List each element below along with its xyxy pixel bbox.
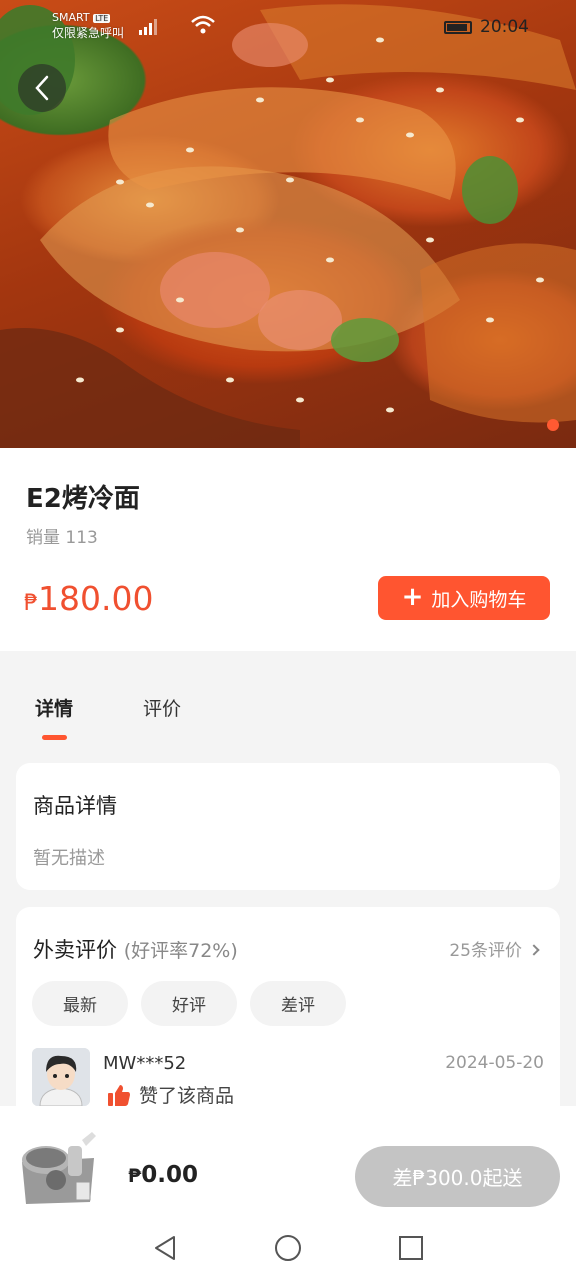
- details-description: 暂无描述: [33, 848, 105, 869]
- carousel-indicator: [547, 419, 559, 431]
- reviews-title: 外卖评价: [33, 938, 117, 962]
- clock: 20:04: [480, 17, 529, 37]
- product-info: E2烤冷面 销量 113 ₱180.00 + 加入购物车: [0, 448, 576, 651]
- shopping-bag-icon: [22, 1132, 96, 1204]
- back-button[interactable]: [18, 64, 66, 112]
- reviews-card: 外卖评价 (好评率72%) 25条评价 最新 好评 差评 MW***52 202…: [16, 907, 560, 1127]
- product-details-card: 商品详情 暂无描述: [16, 763, 560, 890]
- product-title: E2烤冷面: [26, 484, 140, 514]
- cart-currency: ₱: [128, 1165, 142, 1187]
- review-date: 2024-05-20: [445, 1053, 544, 1073]
- cart-bar: ₱0.00 差₱300.0起送: [0, 1106, 576, 1214]
- carrier-name: SMART: [52, 11, 90, 24]
- cart-total-amount: 0.00: [141, 1162, 198, 1188]
- tab-bar: 详情 评价: [0, 651, 576, 751]
- price-currency: ₱: [24, 591, 38, 616]
- tab-details[interactable]: 详情: [35, 694, 73, 721]
- active-tab-indicator: [42, 735, 67, 740]
- network-badge: LTE: [93, 14, 111, 23]
- wifi-icon: [191, 15, 215, 34]
- carrier-info: SMART LTE 仅限紧急呼叫: [52, 10, 124, 41]
- details-title: 商品详情: [33, 794, 117, 818]
- home-circle-icon[interactable]: [274, 1234, 302, 1262]
- recents-square-icon[interactable]: [398, 1234, 424, 1262]
- product-image: [0, 0, 576, 448]
- product-price: ₱180.00: [24, 579, 153, 618]
- positive-rate: (好评率72%): [123, 940, 238, 962]
- user-avatar-icon: [32, 1048, 90, 1106]
- all-reviews-link[interactable]: 25条评价: [449, 936, 540, 961]
- avatar: [32, 1048, 90, 1106]
- system-nav-bar: [0, 1214, 576, 1280]
- status-bar: SMART LTE 仅限紧急呼叫 20:04: [0, 0, 576, 56]
- add-to-cart-label: 加入购物车: [431, 588, 527, 611]
- price-amount: 180.00: [38, 579, 154, 618]
- sales-count: 销量 113: [26, 528, 98, 548]
- filter-negative[interactable]: 差评: [250, 981, 346, 1026]
- back-triangle-icon[interactable]: [152, 1234, 178, 1262]
- review-like: 赞了该商品: [107, 1081, 234, 1108]
- filter-latest[interactable]: 最新: [32, 981, 128, 1026]
- add-to-cart-button[interactable]: + 加入购物车: [378, 576, 550, 620]
- tab-reviews[interactable]: 评价: [143, 694, 181, 721]
- thumbs-up-icon: [108, 1084, 130, 1106]
- checkout-button[interactable]: 差₱300.0起送: [355, 1146, 560, 1207]
- plus-icon: +: [401, 581, 424, 612]
- filter-positive[interactable]: 好评: [141, 981, 237, 1026]
- signal-icon: [139, 19, 157, 35]
- review-count: 25条评价: [449, 941, 522, 961]
- cart-button[interactable]: [16, 1122, 104, 1208]
- cart-total: ₱0.00: [128, 1162, 198, 1188]
- reviews-header: 外卖评价 (好评率72%): [33, 934, 238, 964]
- review-user: MW***52: [103, 1053, 187, 1074]
- review-text: 赞了该商品: [139, 1085, 235, 1107]
- emergency-only-label: 仅限紧急呼叫: [52, 26, 125, 40]
- battery-icon: [444, 21, 472, 34]
- food-illustration: [0, 4, 576, 448]
- chevron-right-icon: [528, 944, 540, 956]
- chevron-left-icon: [35, 75, 49, 101]
